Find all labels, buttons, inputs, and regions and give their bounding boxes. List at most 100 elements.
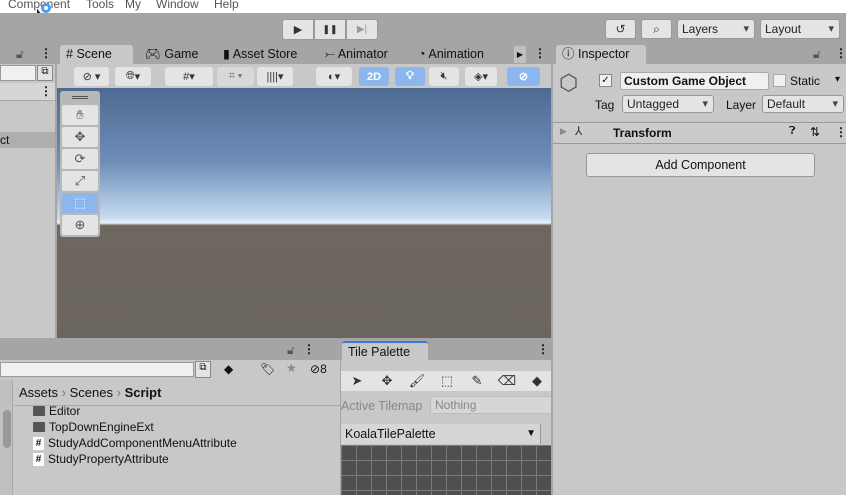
layout-dropdown[interactable]: Layout bbox=[760, 19, 840, 39]
2d-toggle[interactable]: 2D bbox=[359, 67, 389, 86]
rect-tool-button[interactable]: ⬚ bbox=[62, 193, 98, 213]
transform-tool-button[interactable]: ⊕ bbox=[62, 215, 98, 235]
layer-dropdown[interactable]: Default bbox=[762, 95, 844, 113]
shading-dropdown[interactable]: ◐ ▾ bbox=[316, 67, 352, 86]
menu-tools[interactable]: Tools bbox=[86, 0, 114, 11]
active-checkbox[interactable]: ✓ bbox=[599, 74, 612, 87]
static-label: Static bbox=[790, 74, 821, 88]
hidden-toggle[interactable]: ⊘ bbox=[507, 67, 540, 86]
list-item[interactable]: Editor bbox=[33, 403, 80, 419]
drag-handle-icon[interactable] bbox=[72, 96, 88, 99]
rotate-tool-button[interactable]: ⟳ bbox=[62, 149, 98, 169]
picker-tool-button[interactable]: ✎ bbox=[461, 371, 494, 391]
select-tool-button[interactable]: ➤ bbox=[341, 371, 374, 391]
menu-help[interactable]: Help bbox=[214, 0, 239, 11]
list-item[interactable]: TopDownEngineExt bbox=[33, 419, 154, 435]
search-button[interactable]: ⌕ bbox=[641, 19, 672, 39]
hierarchy-item[interactable]: ct bbox=[0, 132, 55, 148]
fill-tool-button[interactable]: ◆ bbox=[521, 371, 551, 391]
scrollbar[interactable] bbox=[0, 380, 13, 495]
audio-toggle[interactable]: 🔇︎ bbox=[429, 67, 459, 86]
menu-window[interactable]: Window bbox=[156, 0, 199, 11]
box-fill-tool-button[interactable]: ⬚ bbox=[431, 371, 464, 391]
effects-dropdown[interactable]: ◈ ▾ bbox=[465, 67, 497, 86]
ruler-icon: |||| bbox=[266, 70, 278, 83]
lock-icon[interactable]: 🔓︎ bbox=[16, 47, 24, 62]
history-button[interactable]: ↺ bbox=[605, 19, 636, 39]
breadcrumb-script[interactable]: Script bbox=[125, 385, 162, 400]
draw-mode-dropdown[interactable]: ⊘ ▾ bbox=[74, 67, 109, 86]
more-icon[interactable]: ⋮ bbox=[537, 342, 549, 356]
mute-icon: 🔇︎ bbox=[440, 70, 448, 82]
more-icon[interactable]: ⋮ bbox=[40, 84, 52, 98]
palette-grid[interactable] bbox=[341, 445, 551, 495]
list-item[interactable]: # StudyAddComponentMenuAttribute bbox=[33, 435, 237, 451]
step-button[interactable]: ▶| bbox=[346, 19, 378, 40]
tab-scroll-right-icon[interactable]: ▶ bbox=[514, 46, 526, 63]
tab-scene[interactable]: # Scene bbox=[60, 45, 133, 64]
active-tilemap-dropdown[interactable]: Nothing bbox=[430, 396, 551, 414]
hierarchy-search-input[interactable] bbox=[0, 65, 36, 81]
lock-icon[interactable]: 🔓︎ bbox=[813, 47, 821, 62]
csharp-script-icon: # bbox=[33, 452, 44, 466]
favorite-star-icon[interactable]: ★ bbox=[286, 361, 297, 375]
tab-game[interactable]: 🎮︎ Game bbox=[139, 45, 204, 64]
lock-icon[interactable]: 🔓︎ bbox=[287, 343, 295, 358]
transform-component-header[interactable]: ▶ ⅄ Transform ❓︎ ⇅ ⋮ bbox=[553, 122, 846, 144]
eraser-tool-button[interactable]: ⌫ bbox=[491, 371, 524, 391]
tile-tools: ➤ ✥ 🖌︎ ⬚ ✎ ⌫ ◆ bbox=[341, 368, 551, 394]
gameobject-cube-icon[interactable]: ⬡ bbox=[559, 70, 578, 96]
expand-arrow-icon[interactable]: ▶ bbox=[560, 126, 567, 137]
breadcrumb-scenes[interactable]: Scenes bbox=[70, 385, 113, 400]
brush-tool-button[interactable]: 🖌︎ bbox=[401, 371, 434, 391]
tab-animator[interactable]: ⤚ Animator bbox=[319, 45, 394, 64]
layers-dropdown[interactable]: Layers bbox=[677, 19, 755, 39]
presets-icon[interactable]: ⇅ bbox=[810, 125, 820, 139]
tab-animation[interactable]: ◔ Animation bbox=[412, 45, 490, 64]
menu-my[interactable]: My bbox=[125, 0, 141, 11]
filter-by-type-icon[interactable]: ◆ bbox=[224, 362, 233, 376]
lighting-toggle[interactable]: 💡︎ bbox=[395, 67, 425, 86]
tag-dropdown[interactable]: Untagged bbox=[622, 95, 714, 113]
scene-viewport[interactable] bbox=[57, 88, 551, 338]
list-item[interactable]: # StudyPropertyAttribute bbox=[33, 451, 169, 467]
add-component-button[interactable]: Add Component bbox=[586, 153, 815, 177]
hand-tool-button[interactable]: ✋︎ bbox=[62, 105, 98, 125]
move-tool-button[interactable]: ✥ bbox=[371, 371, 404, 391]
globe-dropdown[interactable]: 🌐︎ ▾ bbox=[115, 67, 151, 86]
tag-label: Tag bbox=[595, 98, 615, 112]
sphere-icon: ◐ bbox=[327, 70, 335, 83]
tab-inspector[interactable]: ⓘ Inspector bbox=[556, 45, 646, 64]
search-mode-icon[interactable]: ⧉ bbox=[37, 65, 53, 81]
play-button[interactable]: ▶ bbox=[282, 19, 314, 40]
increment-snap-dropdown[interactable]: ⌗ ▾ bbox=[217, 67, 254, 86]
help-icon[interactable]: ❓︎ bbox=[789, 125, 796, 138]
grid-snap-dropdown[interactable]: # ▾ bbox=[165, 67, 213, 86]
filter-by-label-icon[interactable]: 🏷︎ bbox=[260, 362, 275, 376]
gizmo-dropdown[interactable]: |||| ▾ bbox=[257, 67, 293, 86]
palette-dropdown[interactable]: KoalaTilePalette ▼ bbox=[341, 424, 541, 444]
more-icon[interactable]: ⋮ bbox=[303, 342, 315, 356]
pause-button[interactable]: ❚❚ bbox=[314, 19, 346, 40]
more-icon[interactable]: ⋮ bbox=[40, 46, 52, 60]
object-name-input[interactable]: Custom Game Object bbox=[620, 72, 769, 90]
search-mode-icon[interactable]: ⧉ bbox=[195, 361, 211, 378]
search-icon: ⌕ bbox=[653, 21, 660, 36]
inspector-panel: ⓘ Inspector 🔓︎ ⋮ ⬡ ✓ Custom Game Object … bbox=[553, 44, 846, 495]
grid-icon: # bbox=[183, 70, 190, 83]
tab-asset-store[interactable]: ▮ Asset Store bbox=[217, 45, 303, 64]
hierarchy-panel: 🔓︎ ⋮ ⧉ ⋮ ct bbox=[0, 44, 55, 338]
breadcrumb-assets[interactable]: Assets bbox=[19, 385, 58, 400]
static-checkbox[interactable] bbox=[773, 74, 786, 87]
hidden-packages-toggle[interactable]: ⊘8 bbox=[310, 362, 327, 376]
more-icon[interactable]: ⋮ bbox=[835, 46, 846, 60]
layers-icon: ◈ bbox=[474, 71, 483, 83]
more-icon[interactable]: ⋮ bbox=[835, 125, 846, 139]
static-dropdown-icon[interactable]: ▾ bbox=[835, 74, 840, 85]
animator-icon: ⤚ bbox=[325, 47, 336, 61]
move-tool-button[interactable]: ✥ bbox=[62, 127, 98, 147]
tab-tile-palette[interactable]: Tile Palette bbox=[342, 341, 428, 360]
scale-tool-button[interactable]: ⤢ bbox=[62, 171, 98, 191]
project-search-input[interactable] bbox=[0, 362, 194, 377]
more-icon[interactable]: ⋮ bbox=[534, 46, 546, 60]
